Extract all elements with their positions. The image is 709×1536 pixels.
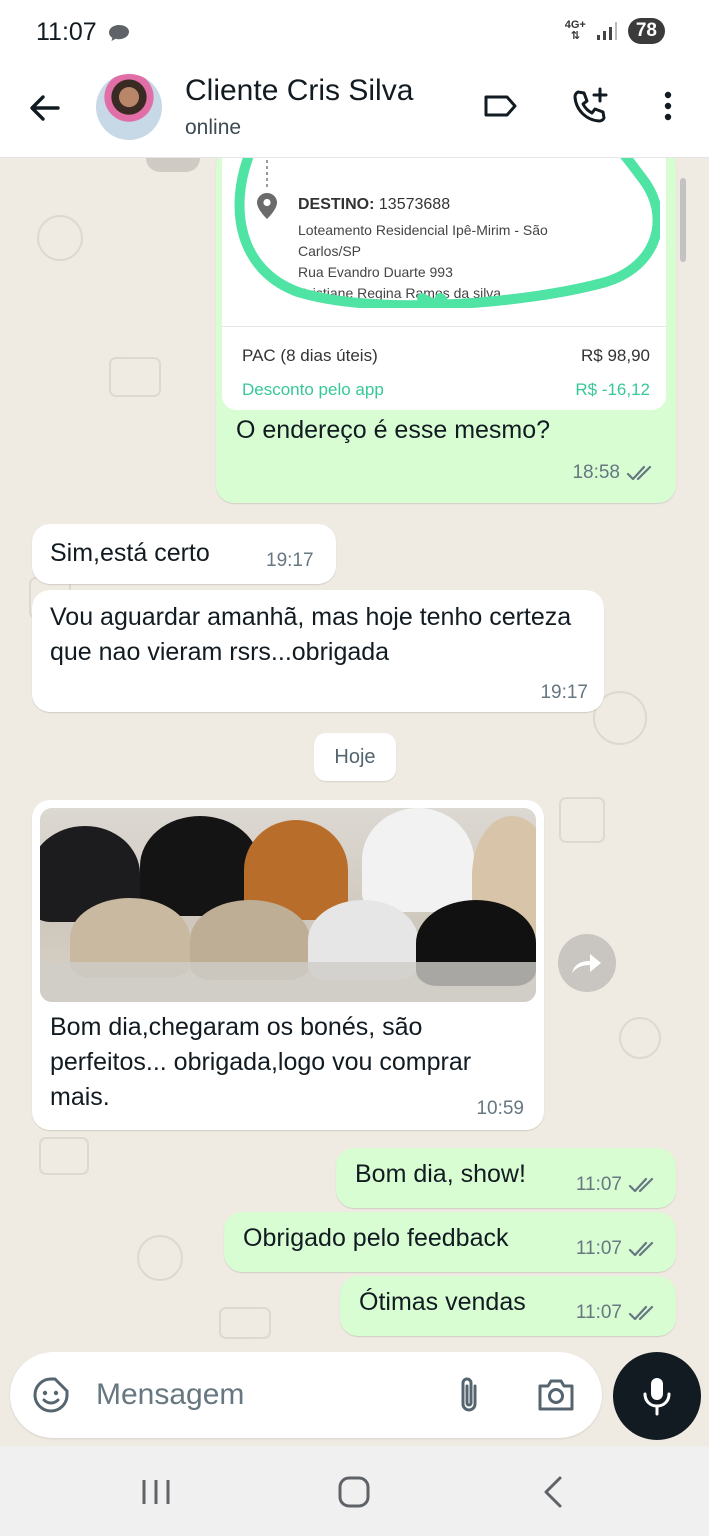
home-icon[interactable]	[334, 1472, 374, 1512]
battery-badge: 78	[627, 18, 665, 44]
double-check-icon	[628, 1305, 654, 1321]
add-call-icon[interactable]	[570, 86, 610, 126]
message-text: Obrigado pelo feedback	[243, 1224, 509, 1252]
scrollbar-thumb[interactable]	[680, 178, 686, 262]
status-bar: 11:07 4G+ ⇅ 78	[0, 0, 709, 66]
discount-row: Desconto pelo app R$ -16,12	[242, 380, 650, 399]
contact-name[interactable]: Cliente Cris Silva	[185, 74, 413, 108]
system-nav-bar	[0, 1446, 709, 1536]
message-text: Ótimas vendas	[359, 1288, 526, 1316]
message-shipping[interactable]: DESTINO: 13573688 Loteamento Residencial…	[216, 158, 676, 503]
microphone-icon	[643, 1378, 671, 1416]
chat-header: Cliente Cris Silva online	[0, 66, 709, 158]
message-time: 11:07	[576, 1238, 660, 1260]
avatar[interactable]	[96, 74, 162, 140]
attach-icon[interactable]	[454, 1374, 484, 1416]
voice-record-button[interactable]	[613, 1352, 701, 1440]
back-arrow-icon[interactable]	[26, 90, 62, 126]
contact-status: online	[185, 116, 242, 139]
forward-button[interactable]	[558, 934, 616, 992]
message-time: 11:07	[576, 1174, 660, 1196]
recents-icon[interactable]	[136, 1472, 176, 1512]
message-text: O endereço é esse mesmo?	[236, 416, 551, 444]
status-time: 11:07	[36, 18, 97, 46]
date-divider: Hoje	[314, 733, 396, 781]
message-text: Bom dia, show!	[355, 1160, 526, 1188]
partial-avatar	[146, 158, 200, 172]
system-back-icon[interactable]	[534, 1472, 574, 1512]
message-outgoing[interactable]: Ótimas vendas 11:07	[340, 1276, 676, 1336]
status-right: 4G+ ⇅ 78	[565, 18, 665, 44]
double-check-icon	[628, 1177, 654, 1193]
highlight-circle	[234, 158, 660, 308]
sticker-emoji-icon[interactable]	[32, 1376, 70, 1414]
message-incoming-photo[interactable]: Bom dia,chegaram os bonés, são perfeitos…	[32, 800, 544, 1130]
card-divider	[222, 326, 666, 327]
label-icon[interactable]	[480, 86, 520, 126]
shipping-card-image[interactable]: DESTINO: 13573688 Loteamento Residencial…	[222, 158, 666, 410]
chat-area[interactable]: DESTINO: 13573688 Loteamento Residencial…	[0, 158, 709, 1348]
message-outgoing[interactable]: Bom dia, show! 11:07	[336, 1148, 676, 1208]
network-indicator: 4G+ ⇅	[564, 19, 586, 42]
message-text: Sim,está certo	[50, 539, 210, 567]
message-incoming[interactable]: Vou aguardar amanhã, mas hoje tenho cert…	[32, 590, 604, 712]
camera-icon[interactable]	[536, 1376, 576, 1414]
more-vert-icon[interactable]	[648, 86, 688, 126]
message-time: 19:17	[266, 550, 314, 571]
signal-icon	[596, 22, 617, 40]
message-text: Bom dia,chegaram os bonés, são perfeitos…	[50, 1013, 472, 1111]
forward-icon	[572, 954, 601, 973]
message-input[interactable]	[96, 1370, 416, 1420]
chat-notification-icon	[109, 25, 129, 41]
message-incoming[interactable]: Sim,está certo 19:17	[32, 524, 336, 584]
double-check-icon	[628, 1241, 654, 1257]
message-time: 18:58	[572, 462, 658, 484]
message-time: 10:59	[476, 1098, 524, 1119]
message-composer	[10, 1352, 602, 1438]
message-time: 19:17	[540, 682, 588, 703]
double-check-icon	[626, 465, 652, 481]
caps-photo[interactable]	[40, 808, 536, 1002]
shipping-option-row: PAC (8 dias úteis) R$ 98,90	[242, 346, 650, 365]
message-time: 11:07	[576, 1302, 660, 1324]
message-text: Vou aguardar amanhã, mas hoje tenho cert…	[50, 603, 572, 666]
message-outgoing[interactable]: Obrigado pelo feedback 11:07	[224, 1212, 676, 1272]
